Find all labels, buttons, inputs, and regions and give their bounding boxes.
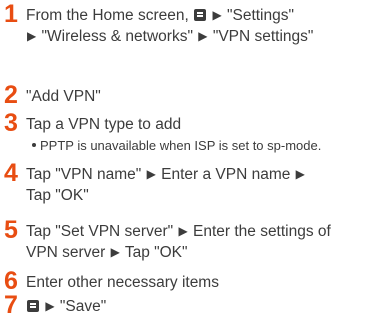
- step-note: PPTP is unavailable when ISP is set to s…: [32, 137, 368, 154]
- arrow-right-icon: ▶: [27, 29, 37, 43]
- menu-key-icon: [194, 9, 207, 21]
- step-text: Enter other necessary items: [26, 272, 364, 293]
- step-text-part: "Save": [59, 298, 107, 315]
- step-text-part: "Settings": [226, 7, 294, 24]
- step-number: 1: [4, 0, 18, 28]
- step-text: Tap "VPN name" ▶ Enter a VPN name ▶ Tap …: [26, 164, 364, 206]
- step-text: From the Home screen, ▶ "Settings" ▶ "Wi…: [26, 5, 364, 47]
- step-text-part: "Wireless & networks": [41, 28, 193, 45]
- bullet-icon: [32, 143, 36, 147]
- menu-key-icon: [27, 300, 39, 312]
- note-text: PPTP is unavailable when ISP is set to s…: [40, 138, 322, 153]
- step-text: Tap a VPN type to add: [26, 114, 364, 135]
- arrow-right-icon: ▶: [146, 167, 156, 181]
- step-text: ▶ "Save": [26, 296, 364, 317]
- arrow-right-icon: ▶: [110, 245, 120, 259]
- step-text: Tap "Set VPN server" ▶ Enter the setting…: [26, 221, 364, 263]
- step-number: 2: [4, 81, 18, 109]
- arrow-right-icon: ▶: [295, 167, 305, 181]
- step-text-part: "VPN settings": [212, 28, 314, 45]
- arrow-right-icon: ▶: [198, 29, 208, 43]
- step-text-part: Tap "OK": [26, 187, 89, 204]
- step-text-part: From the Home screen,: [26, 7, 189, 24]
- step-number: 5: [4, 216, 18, 244]
- step-text-part: Tap a VPN type to add: [26, 116, 182, 133]
- step-text-part: Tap "VPN name": [26, 166, 142, 183]
- step-text-part: Enter a VPN name: [161, 166, 291, 183]
- step-number: 7: [4, 291, 18, 319]
- arrow-right-icon: ▶: [178, 224, 188, 238]
- step-text-part: "Add VPN": [26, 88, 101, 105]
- step-text-part: Enter other necessary items: [26, 274, 219, 291]
- step-text-part: Tap "Set VPN server": [26, 223, 174, 240]
- arrow-right-icon: ▶: [45, 299, 55, 313]
- step-text: "Add VPN": [26, 86, 364, 107]
- step-number: 4: [4, 159, 18, 187]
- step-number: 3: [4, 109, 18, 137]
- step-text-part: Tap "OK": [124, 244, 188, 261]
- arrow-right-icon: ▶: [212, 8, 222, 22]
